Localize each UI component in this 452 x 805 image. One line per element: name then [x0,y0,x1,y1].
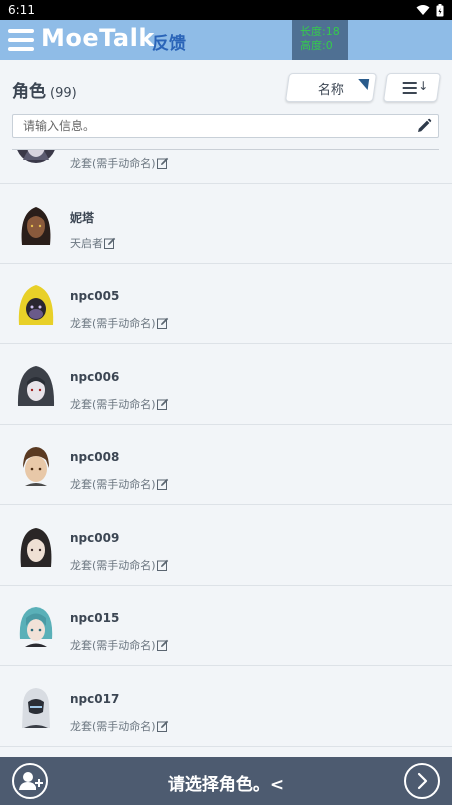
character-affiliation[interactable]: 天启者 [70,235,116,251]
counter-height: 高度:0 [300,39,333,52]
character-name: npc009 [70,531,120,545]
battery-icon [436,3,444,16]
character-name: npc006 [70,370,120,384]
affiliation-label: 龙套(需手动命名) [70,639,156,652]
sort-order-icon [402,82,417,97]
edit-icon[interactable] [104,237,116,249]
character-name: npc008 [70,450,120,464]
avatar [19,607,53,647]
affiliation-label: 龙套(需手动命名) [70,157,156,170]
edit-icon[interactable] [156,157,169,169]
sort-triangle-icon [356,79,370,90]
sort-field-select[interactable]: 名称 [284,73,378,102]
pencil-icon[interactable] [416,118,432,134]
avatar [18,285,54,325]
avatar [17,150,55,163]
sort-direction-arrow: ↓ [418,79,429,93]
character-affiliation[interactable]: 龙套(需手动命名) [70,155,169,171]
edit-icon[interactable] [156,398,169,410]
list-item[interactable]: npc006 龙套(需手动命名) [0,345,452,425]
page-title: 角色 (99) [12,77,77,102]
avatar [21,207,51,245]
edit-icon[interactable] [156,720,169,732]
sort-field-label: 名称 [317,83,344,98]
list-item[interactable]: npc017 龙套(需手动命名) [0,667,452,747]
character-name: npc017 [70,692,120,706]
edit-icon[interactable] [156,639,169,651]
search-input[interactable] [23,117,403,135]
list-item[interactable]: npc015 龙套(需手动命名) [0,586,452,666]
edit-icon[interactable] [156,478,169,490]
character-affiliation[interactable]: 龙套(需手动命名) [70,315,169,331]
feedback-link[interactable]: 反馈 [152,29,186,54]
character-affiliation[interactable]: 龙套(需手动命名) [70,557,169,573]
selection-prompt: 请选择角色。< [167,775,285,795]
avatar [20,528,52,567]
edit-icon[interactable] [156,559,169,571]
system-icons [416,3,444,17]
affiliation-label: 龙套(需手动命名) [70,398,156,411]
character-affiliation[interactable]: 龙套(需手动命名) [70,637,169,653]
affiliation-label: 龙套(需手动命名) [70,559,156,572]
affiliation-label: 天启者 [70,237,103,250]
debug-counter: 长度:18 高度:0 [292,20,348,60]
status-time: 6:11 [8,3,35,17]
character-affiliation[interactable]: 龙套(需手动命名) [70,476,169,492]
app-title: MoeTalk [41,24,155,52]
wifi-icon [416,5,430,15]
affiliation-label: 龙套(需手动命名) [70,317,156,330]
character-name: npc005 [70,289,120,303]
character-affiliation[interactable]: 龙套(需手动命名) [70,718,169,734]
list-item[interactable]: npc008 龙套(需手动命名) [0,425,452,505]
status-bar: 6:11 [0,0,452,20]
app-bar: MoeTalk 反馈 长度:18 高度:0 [0,20,452,60]
page-title-label: 角色 [12,82,46,102]
avatar [23,447,49,486]
list-item[interactable]: npc009 龙套(需手动命名) [0,506,452,586]
affiliation-label: 龙套(需手动命名) [70,478,156,491]
edit-icon[interactable] [156,317,169,329]
character-count: (99) [50,86,77,101]
chevron-right-icon [417,772,428,790]
character-list: 龙套(需手动命名) 妮塔 天启者 npc005 龙套(需手动命名) npc006… [0,150,452,757]
sort-order-button[interactable]: ↓ [382,73,442,102]
search-field[interactable] [12,114,439,138]
affiliation-label: 龙套(需手动命名) [70,720,156,733]
bottom-bar: 请选择角色。< [0,757,452,805]
menu-icon[interactable] [8,29,34,51]
next-button[interactable] [404,763,440,799]
character-name: npc015 [70,611,120,625]
avatar [17,366,55,406]
list-item[interactable]: npc005 龙套(需手动命名) [0,264,452,344]
avatar [22,688,50,728]
character-header: 角色 (99) 名称 ↓ [0,60,452,112]
character-affiliation[interactable]: 龙套(需手动命名) [70,396,169,412]
list-item[interactable]: 妮塔 天启者 [0,184,452,264]
list-item[interactable]: 龙套(需手动命名) [0,150,452,184]
character-name: 妮塔 [70,211,95,225]
counter-length: 长度:18 [300,25,340,38]
